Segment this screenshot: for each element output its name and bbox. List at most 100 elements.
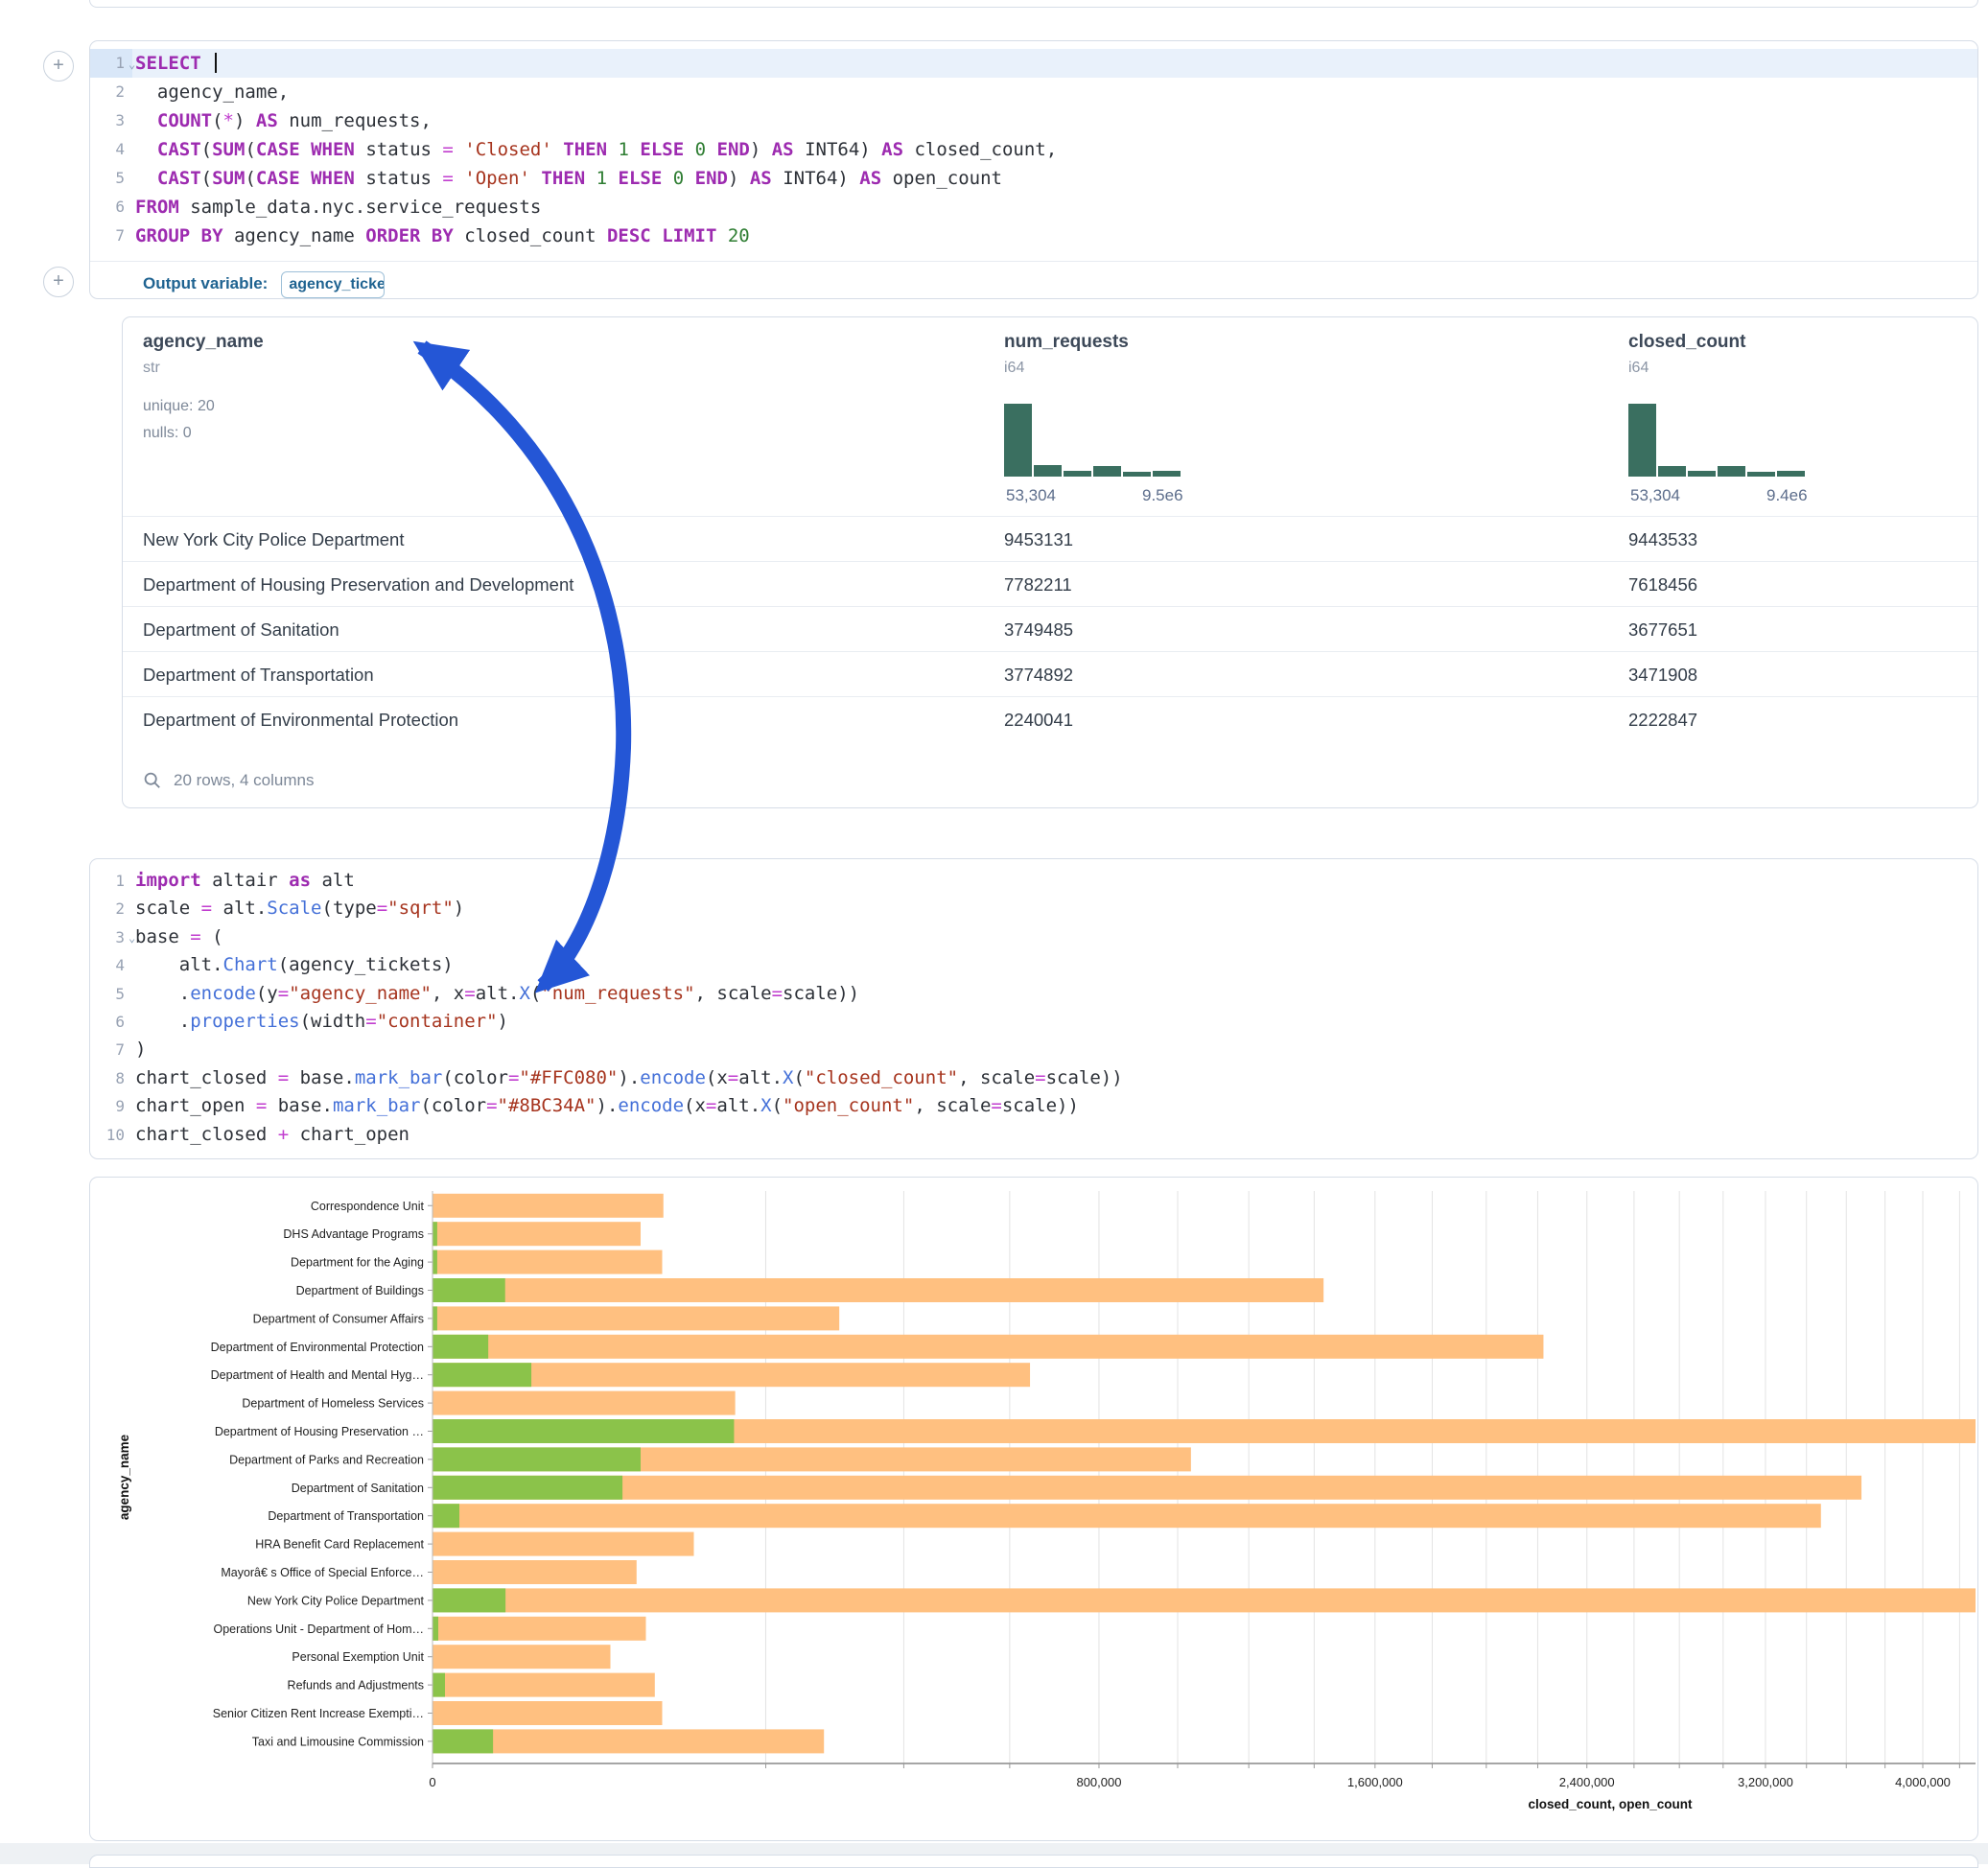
open-count-bar xyxy=(433,1504,459,1528)
closed-count-bar xyxy=(433,1532,694,1556)
line-number: 4 xyxy=(90,951,125,979)
line-number: 10 xyxy=(90,1121,125,1149)
column-type-num-requests: i64 xyxy=(1004,360,1024,377)
code-line: 10chart_closed + chart_open xyxy=(90,1121,1977,1149)
closed-count-bar xyxy=(433,1222,641,1246)
x-axis-tick-label: 4,000,000 xyxy=(1895,1775,1951,1789)
histogram-bar xyxy=(1658,466,1686,477)
column-stat-nulls: nulls: 0 xyxy=(143,425,192,442)
open-count-bar xyxy=(433,1447,641,1471)
notebook-page: { "colors":{"accent_blue":"#2456d6","his… xyxy=(0,0,1988,1864)
open-count-bar xyxy=(433,1306,437,1330)
code-line: 2 agency_name, xyxy=(90,78,1977,106)
y-axis-label: Department of Buildings xyxy=(296,1284,424,1297)
next-cell-fragment xyxy=(89,1855,1978,1868)
python-cell: 1import altair as alt2scale = alt.Scale(… xyxy=(89,858,1978,1159)
table-footer: 20 rows, 4 columns xyxy=(143,769,314,792)
cell-num-requests: 3774892 xyxy=(1004,652,1073,697)
histogram-num-requests xyxy=(1004,404,1182,477)
cell-closed-count: 7618456 xyxy=(1628,562,1697,607)
line-number: 1 xyxy=(90,49,125,78)
histogram-bar xyxy=(1093,466,1121,477)
search-icon[interactable] xyxy=(143,771,162,790)
cell-closed-count: 9443533 xyxy=(1628,517,1697,562)
cell-num-requests: 3749485 xyxy=(1004,607,1073,652)
column-header-agency-name[interactable]: agency_name xyxy=(143,332,264,353)
dataframe-table: agency_name str unique: 20 nulls: 0 num_… xyxy=(122,316,1978,808)
cell-closed-count: 2222847 xyxy=(1628,697,1697,742)
line-number: 6 xyxy=(90,193,125,222)
row-count-label: 20 rows, 4 columns xyxy=(174,771,314,789)
column-header-num-requests[interactable]: num_requests xyxy=(1004,332,1129,353)
closed-count-bar xyxy=(433,1701,662,1725)
table-row[interactable]: Department of Sanitation37494853677651 xyxy=(123,606,1977,652)
table-row[interactable]: New York City Police Department 9453131 94… xyxy=(123,516,1977,562)
line-number: 7 xyxy=(90,1036,125,1063)
cell-num-requests: 2240041 xyxy=(1004,697,1073,742)
y-axis-label: New York City Police Department xyxy=(247,1594,425,1607)
code-line: 3⌄base = ( xyxy=(90,923,1977,951)
histogram-bar xyxy=(1123,472,1151,477)
code-line: 3 COUNT(*) AS num_requests, xyxy=(90,106,1977,135)
line-number: 2 xyxy=(90,895,125,922)
line-number: 5 xyxy=(90,164,125,193)
code-line: 5 .encode(y="agency_name", x=alt.X("num_… xyxy=(90,980,1977,1008)
output-variable-label: Output variable: xyxy=(143,274,268,292)
table-row[interactable]: Department of Environmental Protection22… xyxy=(123,696,1977,742)
cell-num-requests: 9453131 xyxy=(1004,517,1073,562)
closed-count-bar xyxy=(433,1617,645,1641)
table-row[interactable]: Department of Transportation 3774892 34719… xyxy=(123,651,1977,697)
table-row[interactable]: Department of Housing Preservation and D… xyxy=(123,561,1977,607)
cell-agency-name: New York City Police Department xyxy=(143,517,404,562)
histogram-bar xyxy=(1628,404,1656,477)
y-axis-label: Department of Homeless Services xyxy=(242,1397,424,1411)
add-cell-button-top[interactable]: + xyxy=(43,51,74,82)
previous-cell-fragment xyxy=(89,0,1978,8)
y-axis-label: Department of Sanitation xyxy=(292,1482,424,1495)
y-axis-label: Senior Citizen Rent Increase Exempti… xyxy=(213,1707,424,1720)
hist-max-closed-count: 9.4e6 xyxy=(1766,486,1808,505)
column-type-agency-name: str xyxy=(143,360,160,377)
line-number: 6 xyxy=(90,1008,125,1036)
python-editor[interactable]: 1import altair as alt2scale = alt.Scale(… xyxy=(90,867,1977,1149)
histogram-bar xyxy=(1747,472,1775,477)
closed-count-bar xyxy=(433,1391,736,1415)
x-axis-title: closed_count, open_count xyxy=(1528,1797,1693,1811)
line-number: 3 xyxy=(90,106,125,135)
cell-agency-name: Department of Housing Preservation and D… xyxy=(143,562,573,607)
y-axis-label: Taxi and Limousine Commission xyxy=(252,1735,424,1748)
line-number: 8 xyxy=(90,1064,125,1092)
output-variable-pill[interactable]: agency_tickets xyxy=(281,271,385,298)
open-count-bar xyxy=(433,1278,505,1302)
y-axis-label: Department of Transportation xyxy=(268,1509,424,1523)
add-cell-button-below-sql[interactable]: + xyxy=(43,267,74,297)
hist-min-closed-count: 53,304 xyxy=(1630,486,1680,505)
open-count-bar xyxy=(433,1419,734,1443)
x-axis-tick-label: 0 xyxy=(429,1775,435,1789)
code-line: 1import altair as alt xyxy=(90,867,1977,895)
code-line: 6 .properties(width="container") xyxy=(90,1008,1977,1036)
closed-count-bar xyxy=(433,1560,637,1584)
y-axis-label: Department of Consumer Affairs xyxy=(253,1312,424,1325)
code-line: 4 alt.Chart(agency_tickets) xyxy=(90,951,1977,979)
line-number: 1 xyxy=(90,867,125,895)
y-axis-label: Correspondence Unit xyxy=(311,1200,425,1213)
code-line: 7GROUP BY agency_name ORDER BY closed_co… xyxy=(90,222,1977,250)
line-number: 4 xyxy=(90,135,125,164)
cell-agency-name: Department of Transportation xyxy=(143,652,374,697)
x-axis-tick-label: 800,000 xyxy=(1076,1775,1121,1789)
column-header-closed-count[interactable]: closed_count xyxy=(1628,332,1745,353)
open-count-bar xyxy=(433,1222,437,1246)
histogram-bar xyxy=(1777,471,1805,477)
y-axis-label: Department of Parks and Recreation xyxy=(229,1453,424,1466)
code-line: 2scale = alt.Scale(type="sqrt") xyxy=(90,895,1977,922)
stacked-bar-chart[interactable]: Correspondence UnitDHS Advantage Program… xyxy=(90,1178,1977,1840)
closed-count-bar xyxy=(433,1588,1976,1612)
histogram-bar xyxy=(1718,466,1745,477)
histogram-bar xyxy=(1004,404,1032,477)
open-count-bar xyxy=(433,1476,622,1500)
x-axis-tick-label: 2,400,000 xyxy=(1559,1775,1615,1789)
code-line: 6FROM sample_data.nyc.service_requests xyxy=(90,193,1977,222)
cell-closed-count: 3471908 xyxy=(1628,652,1697,697)
sql-editor[interactable]: 1⌄SELECT 2 agency_name,3 COUNT(*) AS num… xyxy=(90,49,1977,250)
